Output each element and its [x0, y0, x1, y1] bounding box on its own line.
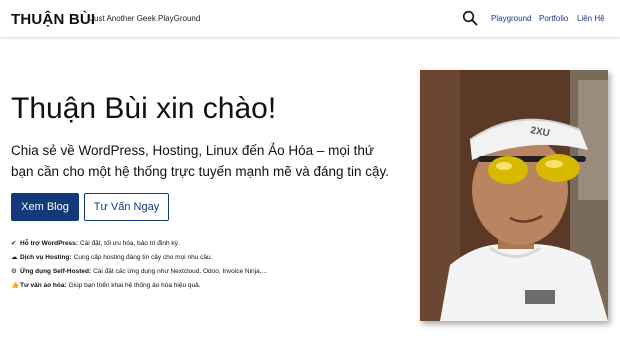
gear-icon: ⚙	[11, 268, 17, 275]
feature-text: Cài đặt, tối ưu hóa, bảo trì định kỳ.	[79, 239, 180, 247]
feature-item: ⚙ Ứng dụng Self-Hosted: Cài đặt các ứng …	[11, 264, 391, 278]
view-blog-button[interactable]: Xem Blog	[11, 193, 79, 221]
hero-description: Chia sẻ về WordPress, Hosting, Linux đến…	[11, 143, 390, 179]
search-icon[interactable]	[462, 10, 478, 26]
site-logo[interactable]: THUẬN BÙI	[11, 11, 95, 28]
feature-item: ✔ Hỗ trợ WordPress: Cài đặt, tối ưu hóa,…	[11, 236, 391, 250]
site-header: THUẬN BÙI Just Another Geek PlayGround P…	[0, 0, 620, 38]
feature-item: 👍 Tư vấn ảo hóa: Giúp bạn triển khai hệ …	[11, 278, 391, 292]
feature-title: Hỗ trợ WordPress:	[20, 239, 78, 247]
nav-playground[interactable]: Playground	[491, 14, 531, 23]
feature-text: Cài đặt các ứng dụng như Nextcloud, Odoo…	[93, 267, 267, 275]
feature-title: Tư vấn ảo hóa:	[20, 281, 67, 289]
nav-contact[interactable]: Liên Hệ	[577, 14, 605, 23]
consult-now-button[interactable]: Tư Vấn Ngay	[84, 193, 169, 221]
cloud-icon: ☁	[11, 254, 18, 261]
feature-title: Dịch vụ Hosting:	[20, 253, 72, 261]
feature-list: ✔ Hỗ trợ WordPress: Cài đặt, tối ưu hóa,…	[11, 236, 391, 292]
site-tagline: Just Another Geek PlayGround	[90, 14, 201, 23]
wrench-icon: ✔	[11, 240, 17, 247]
feature-text: Cung cấp hosting đáng tin cậy cho mọi nh…	[73, 253, 213, 261]
feature-text: Giúp bạn triển khai hệ thống ảo hóa hiệu…	[68, 281, 201, 289]
hero-title: Thuận Bùi xin chào!	[11, 92, 277, 125]
thumbs-up-icon: 👍	[11, 282, 20, 289]
feature-title: Ứng dụng Self-Hosted:	[20, 267, 92, 275]
feature-item: ☁ Dịch vụ Hosting: Cung cấp hosting đáng…	[11, 250, 391, 264]
profile-photo: 2XU	[420, 70, 608, 321]
nav-portfolio[interactable]: Portfolio	[539, 14, 568, 23]
